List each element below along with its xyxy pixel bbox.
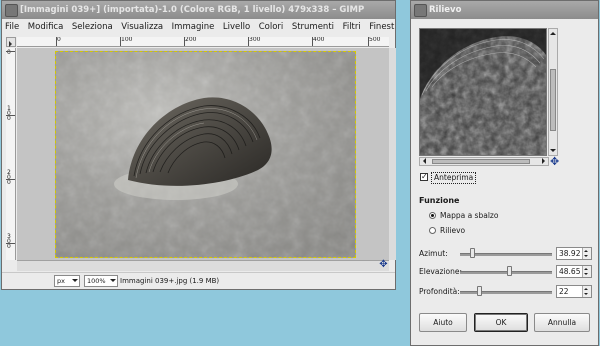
spin-up-icon[interactable] bbox=[584, 286, 588, 290]
elevation-label: Elevazione: bbox=[419, 267, 462, 276]
depth-value[interactable]: 22 bbox=[559, 287, 569, 297]
ruler-label: 100 bbox=[7, 105, 11, 122]
unit-value: px bbox=[57, 277, 65, 285]
azimuth-label: Azimut: bbox=[419, 249, 448, 258]
depth-slider-handle[interactable] bbox=[477, 286, 483, 296]
image-vertical-scrollbar[interactable] bbox=[389, 48, 396, 260]
menu-filtri[interactable]: Filtri bbox=[340, 19, 364, 35]
spin-down-icon[interactable] bbox=[584, 273, 588, 277]
azimuth-value[interactable]: 38.92 bbox=[559, 249, 580, 259]
image-horizontal-scrollbar[interactable] bbox=[17, 260, 389, 271]
ok-button[interactable]: OK bbox=[474, 313, 528, 332]
navigate-icon[interactable]: ✥ bbox=[378, 260, 389, 271]
depth-control: Profondità: 22 bbox=[419, 285, 593, 299]
help-button[interactable]: Aiuto bbox=[419, 313, 467, 332]
embossed-image bbox=[55, 51, 356, 258]
arrow-left-icon[interactable] bbox=[420, 158, 426, 164]
ruler-label: 200 bbox=[185, 37, 197, 43]
preview-checkbox[interactable]: ✓ bbox=[420, 173, 428, 181]
ruler-label: 400 bbox=[313, 37, 325, 43]
ruler-label: 300 bbox=[249, 37, 261, 43]
emboss-dialog: Rilievo ✥ ✓ Anteprima Funzione Mappa a s… bbox=[410, 0, 599, 346]
elevation-control: Elevazione: 48.65 bbox=[419, 265, 593, 279]
depth-slider[interactable] bbox=[460, 291, 552, 294]
function-section-title: Funzione bbox=[419, 196, 460, 205]
navigate-icon[interactable]: ✥ bbox=[550, 156, 559, 167]
menu-file[interactable]: File bbox=[2, 19, 22, 35]
spin-down-icon[interactable] bbox=[584, 255, 588, 259]
horizontal-ruler[interactable]: 0 100 200 300 400 500 bbox=[17, 37, 389, 47]
ruler-label: 500 bbox=[369, 37, 381, 43]
status-text: Immagini 039+.jpg (1.9 MB) bbox=[120, 277, 220, 285]
azimuth-slider-handle[interactable] bbox=[469, 248, 475, 258]
elevation-spinbox[interactable]: 48.65 bbox=[556, 265, 592, 278]
menu-modifica[interactable]: Modifica bbox=[25, 19, 67, 35]
ruler-label: 300 bbox=[7, 233, 11, 250]
arrow-up-icon[interactable] bbox=[550, 29, 556, 35]
radio-dot[interactable] bbox=[429, 212, 436, 219]
menu-seleziona[interactable]: Seleziona bbox=[69, 19, 116, 35]
image-window-titlebar[interactable]: [Immagini 039+] (importata)-1.0 (Colore … bbox=[2, 1, 395, 19]
statusbar: px 100% Immagini 039+.jpg (1.9 MB) bbox=[2, 272, 395, 289]
menu-strumenti[interactable]: Strumenti bbox=[289, 19, 337, 35]
radio-dot[interactable] bbox=[429, 227, 436, 234]
spin-down-icon[interactable] bbox=[584, 293, 588, 297]
depth-label: Profondità: bbox=[419, 287, 460, 296]
depth-spinbox[interactable]: 22 bbox=[556, 285, 592, 298]
ruler-label: 200 bbox=[7, 169, 11, 186]
dialog-titlebar[interactable]: Rilievo bbox=[411, 1, 598, 19]
menu-visualizza[interactable]: Visualizza bbox=[118, 19, 166, 35]
dialog-title: Rilievo bbox=[429, 5, 462, 15]
menu-immagine[interactable]: Immagine bbox=[169, 19, 218, 35]
arrow-right-icon[interactable] bbox=[542, 158, 548, 164]
zoom-select[interactable]: 100% bbox=[84, 275, 118, 287]
window-icon bbox=[414, 4, 427, 17]
window-icon bbox=[5, 4, 18, 17]
menu-colori[interactable]: Colori bbox=[256, 19, 287, 35]
menubar: File Modifica Seleziona Visualizza Immag… bbox=[2, 19, 395, 35]
chevron-down-icon bbox=[72, 279, 78, 285]
quick-mask-corner[interactable] bbox=[6, 37, 16, 47]
azimuth-control: Azimut: 38.92 bbox=[419, 247, 593, 261]
unit-select[interactable]: px bbox=[54, 275, 80, 287]
menu-livello[interactable]: Livello bbox=[220, 19, 253, 35]
azimuth-spinbox[interactable]: 38.92 bbox=[556, 247, 592, 260]
scrollbar-thumb[interactable] bbox=[550, 69, 556, 131]
chevron-down-icon bbox=[110, 279, 116, 285]
image-window: [Immagini 039+] (importata)-1.0 (Colore … bbox=[1, 0, 396, 290]
preview-label[interactable]: Anteprima bbox=[431, 172, 477, 184]
zoom-value: 100% bbox=[87, 277, 106, 285]
elevation-slider-handle[interactable] bbox=[506, 266, 512, 276]
preview-horizontal-scrollbar[interactable] bbox=[419, 157, 549, 166]
ruler-label: 100 bbox=[121, 37, 133, 43]
radio-label[interactable]: Mappa a sbalzo bbox=[440, 211, 498, 221]
image-canvas[interactable] bbox=[17, 48, 389, 260]
spin-up-icon[interactable] bbox=[584, 248, 588, 252]
spin-up-icon[interactable] bbox=[584, 266, 588, 270]
image-window-title: [Immagini 039+] (importata)-1.0 (Colore … bbox=[20, 5, 365, 15]
scrollbar-thumb[interactable] bbox=[432, 159, 530, 164]
vertical-ruler[interactable]: 0 100 200 300 bbox=[6, 48, 16, 260]
elevation-value[interactable]: 48.65 bbox=[559, 267, 580, 277]
menu-finestre[interactable]: Finestre bbox=[366, 19, 395, 35]
preview-area[interactable] bbox=[419, 28, 547, 156]
cancel-button[interactable]: Annulla bbox=[534, 313, 590, 332]
radio-label[interactable]: Rilievo bbox=[440, 226, 465, 236]
ruler-label: 0 bbox=[57, 37, 61, 43]
preview-vertical-scrollbar[interactable] bbox=[548, 28, 558, 156]
